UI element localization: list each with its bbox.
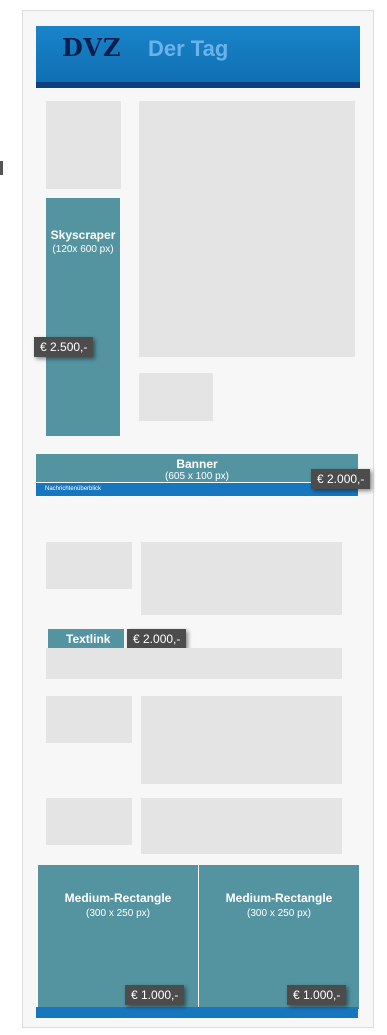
content-placeholder xyxy=(141,696,342,784)
content-placeholder xyxy=(46,696,132,743)
skyscraper-size: (120x 600 px) xyxy=(52,244,114,255)
skyscraper-price-tag: € 2.500,- xyxy=(34,337,94,357)
banner-size: (605 x 100 px) xyxy=(165,471,229,482)
page-marker-dot xyxy=(0,161,3,175)
content-placeholder xyxy=(46,542,132,589)
textlink-ad-slot: Textlink xyxy=(48,629,124,649)
content-placeholder xyxy=(46,798,132,845)
medium-rectangle-title: Medium-Rectangle xyxy=(225,891,333,905)
content-placeholder xyxy=(139,373,213,421)
medium-rectangle-price-tag: € 1.000,- xyxy=(125,985,185,1005)
footer-strip xyxy=(36,1007,358,1018)
content-placeholder xyxy=(46,648,342,679)
logo-brand: DVZ xyxy=(62,33,122,62)
banner-price-tag: € 2.000,- xyxy=(311,469,371,489)
news-overview-label: Nachrichtenüberblick xyxy=(45,486,102,492)
content-placeholder xyxy=(141,798,342,854)
textlink-title: Textlink xyxy=(66,632,111,646)
medium-rectangle-size: (300 x 250 px) xyxy=(86,908,150,919)
skyscraper-ad-slot: Skyscraper (120x 600 px) xyxy=(46,198,120,436)
banner-title: Banner xyxy=(176,457,218,471)
content-placeholder xyxy=(141,542,342,615)
textlink-price-tag: € 2.000,- xyxy=(127,629,187,649)
content-placeholder xyxy=(46,101,121,189)
medium-rectangle-price-tag: € 1.000,- xyxy=(287,985,347,1005)
medium-rectangle-size: (300 x 250 px) xyxy=(247,908,311,919)
skyscraper-title: Skyscraper xyxy=(50,228,116,242)
content-placeholder xyxy=(139,101,355,357)
medium-rectangle-title: Medium-Rectangle xyxy=(64,891,172,905)
logo-product: Der Tag xyxy=(148,36,229,61)
